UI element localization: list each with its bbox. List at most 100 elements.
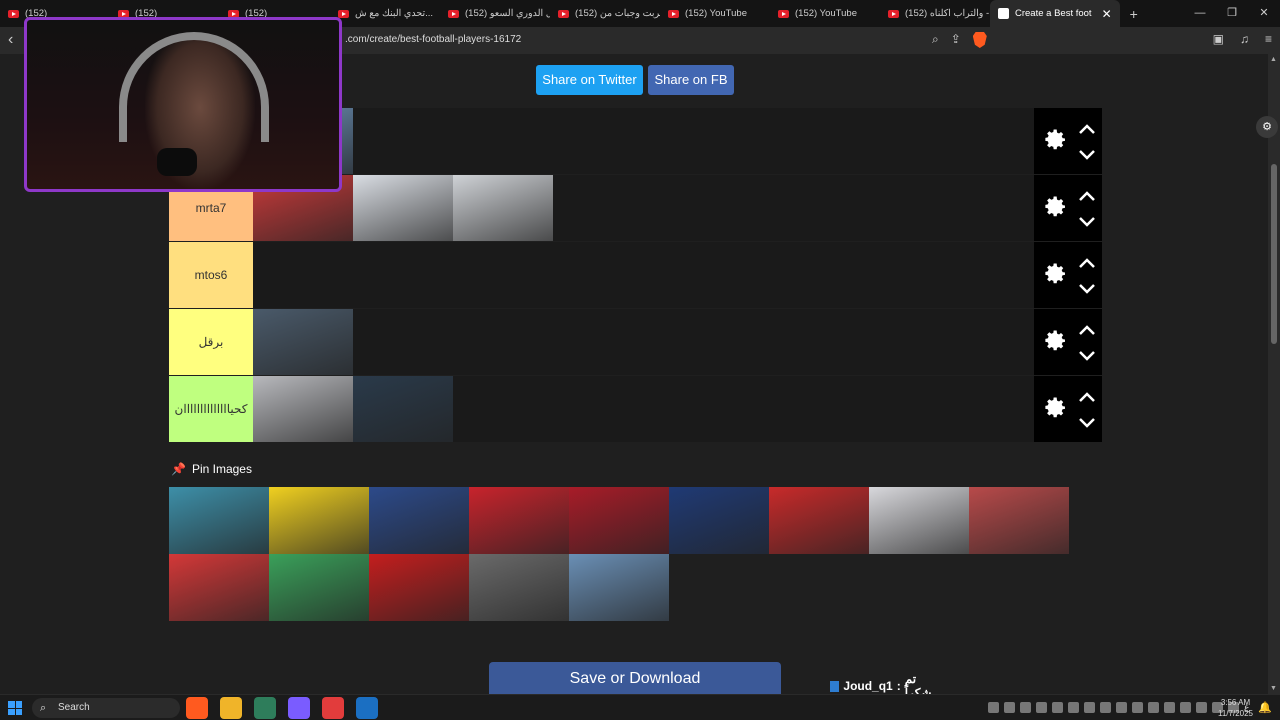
tier-drop-zone[interactable]: [253, 108, 1034, 174]
tray-icon[interactable]: [1100, 702, 1111, 713]
player-image[interactable]: [353, 376, 453, 442]
scroll-up-icon[interactable]: ▲: [1270, 56, 1277, 63]
gear-icon[interactable]: [1040, 193, 1068, 221]
tray-icon[interactable]: [1196, 702, 1207, 713]
share-icon[interactable]: ⇪: [951, 32, 961, 48]
tab[interactable]: (152) YouTube: [770, 0, 880, 27]
taskbar-search[interactable]: ⌕ Search: [32, 698, 180, 718]
player-image[interactable]: [369, 554, 469, 621]
tab-title: تحدي البنك مع ش...: [355, 8, 434, 19]
notification-bell-icon[interactable]: 🔔: [1258, 701, 1272, 714]
app-icon[interactable]: [322, 697, 344, 719]
app-icon[interactable]: [254, 697, 276, 719]
maximize-button[interactable]: ❐: [1216, 0, 1248, 27]
tab-active[interactable]: Create a Best foot ✕: [990, 0, 1120, 27]
close-tab-icon[interactable]: ✕: [1102, 7, 1112, 21]
steam-icon[interactable]: ⚙: [1256, 116, 1278, 138]
tray-icon[interactable]: [1020, 702, 1031, 713]
new-tab-button[interactable]: +: [1120, 6, 1148, 22]
tab[interactable]: (152) والتراب اكلناه - ...: [880, 0, 990, 27]
player-image[interactable]: [769, 487, 869, 554]
sidebar-icon[interactable]: ▣: [1213, 32, 1224, 46]
player-image[interactable]: [169, 487, 269, 554]
tray-icon[interactable]: [1036, 702, 1047, 713]
player-image[interactable]: [253, 376, 353, 442]
tray-icon[interactable]: [1004, 702, 1015, 713]
media-icon[interactable]: ♫: [1240, 32, 1249, 46]
gear-icon[interactable]: [1040, 394, 1068, 422]
chevron-down-icon[interactable]: [1078, 148, 1096, 160]
tray-icon[interactable]: [1052, 702, 1063, 713]
chat-message: Joud_q1: تم شكراً: [830, 672, 940, 700]
save-download-button[interactable]: Save or Download: [489, 662, 781, 696]
window-controls: — ❐ ✕: [1184, 0, 1280, 27]
player-image[interactable]: [169, 554, 269, 621]
tab[interactable]: (152) YouTube: [660, 0, 770, 27]
tray-icon[interactable]: [1164, 702, 1175, 713]
tier-drop-zone[interactable]: [253, 242, 1034, 308]
app-icon[interactable]: [288, 697, 310, 719]
tray-icon[interactable]: [1148, 702, 1159, 713]
tier-label[interactable]: برقل: [169, 309, 253, 375]
gear-icon[interactable]: [1040, 126, 1068, 154]
tab[interactable]: تحدي البنك مع ش...: [330, 0, 440, 27]
player-image[interactable]: [869, 487, 969, 554]
tier-controls: [1034, 309, 1102, 375]
tray-icon[interactable]: [1068, 702, 1079, 713]
player-image[interactable]: [969, 487, 1069, 554]
player-image[interactable]: [669, 487, 769, 554]
chevron-up-icon[interactable]: [1078, 189, 1096, 201]
tray-icon[interactable]: [1084, 702, 1095, 713]
tray-icon[interactable]: [988, 702, 999, 713]
player-image[interactable]: [353, 175, 453, 241]
tier-drop-zone[interactable]: [253, 376, 1034, 442]
gear-icon[interactable]: [1040, 327, 1068, 355]
brave-shield-icon[interactable]: [972, 32, 987, 48]
scroll-down-icon[interactable]: ▼: [1270, 685, 1277, 692]
tray-icon[interactable]: [1180, 702, 1191, 713]
close-window-button[interactable]: ✕: [1248, 0, 1280, 27]
share-twitter-button[interactable]: Share on Twitter: [536, 65, 643, 95]
chevron-up-icon[interactable]: [1078, 390, 1096, 402]
minimize-button[interactable]: —: [1184, 0, 1216, 27]
steam-app-icon[interactable]: [356, 697, 378, 719]
chevron-down-icon[interactable]: [1078, 349, 1096, 361]
player-image[interactable]: [453, 175, 553, 241]
page-scrollbar[interactable]: ▲ ▼: [1268, 54, 1280, 694]
tray-icon[interactable]: [1132, 702, 1143, 713]
tier-label[interactable]: كحياااااااااااااان: [169, 376, 253, 442]
chevron-down-icon[interactable]: [1078, 416, 1096, 428]
tier-label[interactable]: mtos6: [169, 242, 253, 308]
player-image[interactable]: [569, 554, 669, 621]
chevron-down-icon[interactable]: [1078, 282, 1096, 294]
tray-icon[interactable]: [1116, 702, 1127, 713]
tier-drop-zone[interactable]: [253, 175, 1034, 241]
chevron-up-icon[interactable]: [1078, 323, 1096, 335]
clock[interactable]: 3:56 AM 11/7/2025: [1218, 697, 1253, 719]
chevron-up-icon[interactable]: [1078, 256, 1096, 268]
zoom-icon[interactable]: ⌕: [932, 32, 939, 48]
tab[interactable]: (152) جربت وجبات من ...: [550, 0, 660, 27]
pin-images-title: Pin Images: [191, 462, 252, 476]
back-arrow-icon[interactable]: ‹: [8, 31, 13, 49]
player-image[interactable]: [269, 487, 369, 554]
chevron-down-icon[interactable]: [1078, 215, 1096, 227]
chevron-up-icon[interactable]: [1078, 122, 1096, 134]
tab[interactable]: (152) بطل الدوري السعو...: [440, 0, 550, 27]
share-fb-button[interactable]: Share on FB: [648, 65, 734, 95]
brave-app-icon[interactable]: [186, 697, 208, 719]
player-image[interactable]: [569, 487, 669, 554]
tab-title: (152) والتراب اكلناه - ...: [905, 8, 990, 19]
tier-drop-zone[interactable]: [253, 309, 1034, 375]
menu-icon[interactable]: ≡: [1265, 32, 1272, 46]
player-image[interactable]: [269, 554, 369, 621]
player-image[interactable]: [369, 487, 469, 554]
player-image[interactable]: [253, 309, 353, 375]
file-explorer-icon[interactable]: [220, 697, 242, 719]
windows-start-icon[interactable]: [8, 701, 22, 715]
gear-icon[interactable]: [1040, 260, 1068, 288]
scrollbar-thumb[interactable]: [1271, 164, 1277, 344]
url-field[interactable]: .com/create/best-football-players-16172: [345, 34, 521, 45]
player-image[interactable]: [469, 487, 569, 554]
player-image[interactable]: [469, 554, 569, 621]
